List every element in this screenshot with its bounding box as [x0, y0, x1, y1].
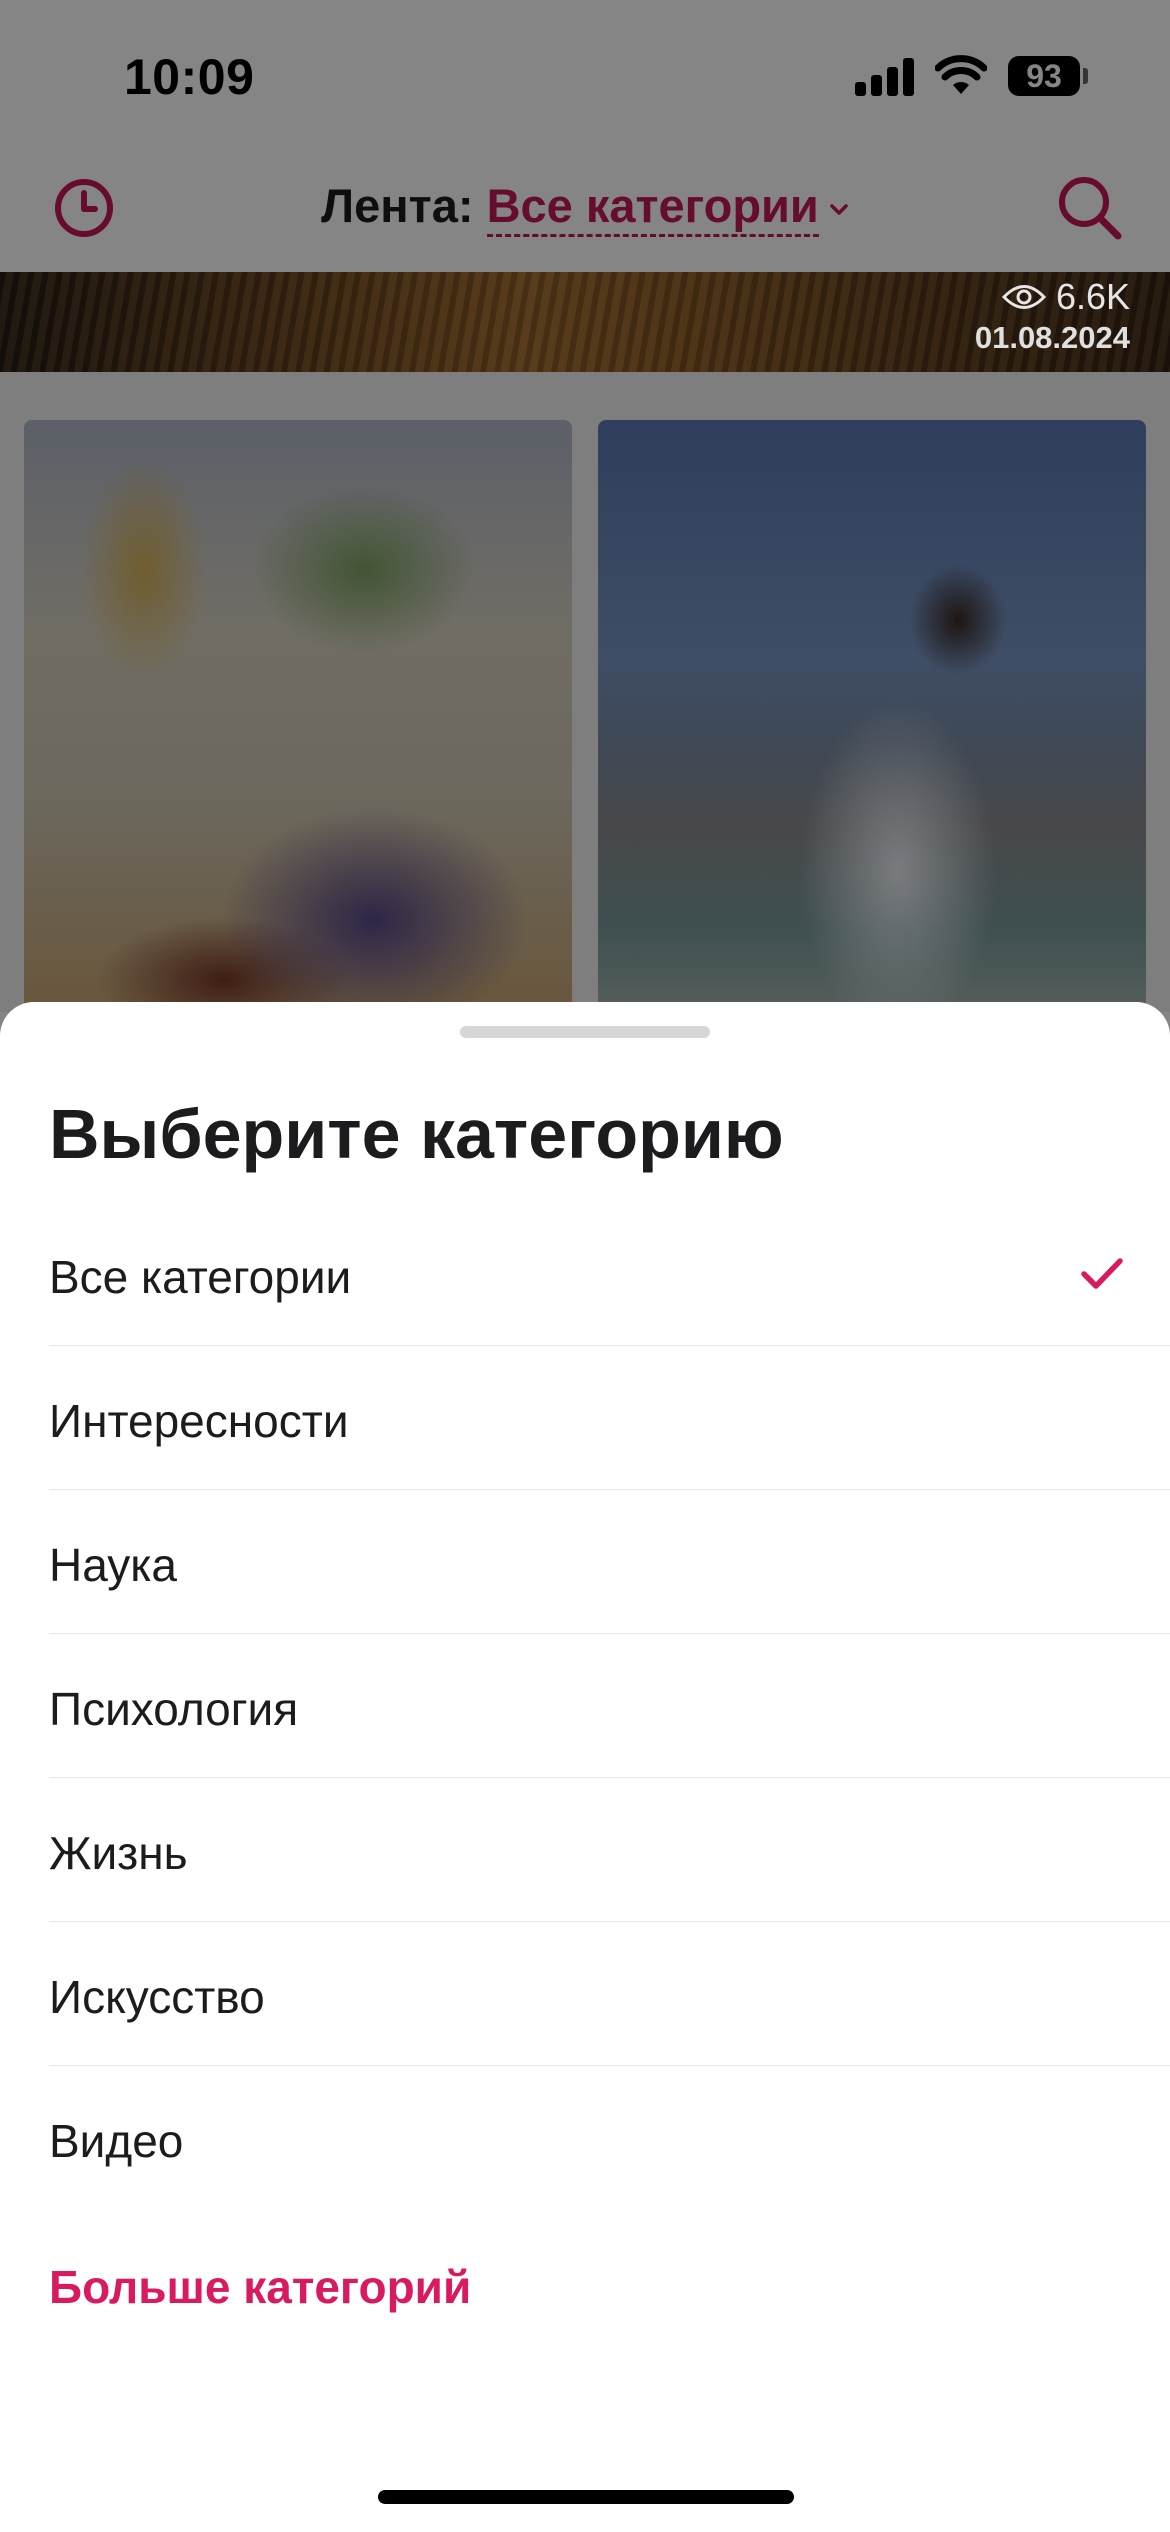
category-item-psychology[interactable]: Психология [49, 1634, 1170, 1778]
article-date: 01.08.2024 [974, 320, 1130, 355]
category-label: Психология [49, 1683, 299, 1735]
category-item-life[interactable]: Жизнь [49, 1778, 1170, 1922]
category-label: Интересности [49, 1395, 349, 1447]
sheet-grabber[interactable] [460, 1026, 710, 1038]
sheet-title: Выберите категорию [49, 1095, 784, 1173]
category-label: Искусство [49, 1971, 265, 2023]
category-label: Наука [49, 1539, 178, 1591]
view-count: 6.6K [1001, 276, 1130, 318]
home-indicator[interactable] [378, 2490, 794, 2504]
view-count-value: 6.6K [1055, 276, 1130, 317]
category-item-video[interactable]: Видео [49, 2066, 1170, 2210]
category-label: Видео [49, 2115, 184, 2167]
category-item-art[interactable]: Искусство [49, 1922, 1170, 2066]
category-item-interesting[interactable]: Интересности [49, 1346, 1170, 1490]
category-label: Все категории [49, 1251, 352, 1303]
category-item-all[interactable]: Все категории [49, 1202, 1170, 1346]
checkmark-icon [1081, 1258, 1123, 1289]
category-picker-sheet: Выберите категорию Все категории Интерес… [0, 1002, 1170, 2532]
category-label: Жизнь [49, 1827, 188, 1879]
category-list: Все категории Интересности Наука Психоло… [0, 1202, 1170, 2210]
eye-icon [1001, 285, 1046, 309]
more-categories-link[interactable]: Больше категорий [49, 2260, 471, 2314]
category-item-science[interactable]: Наука [49, 1490, 1170, 1634]
